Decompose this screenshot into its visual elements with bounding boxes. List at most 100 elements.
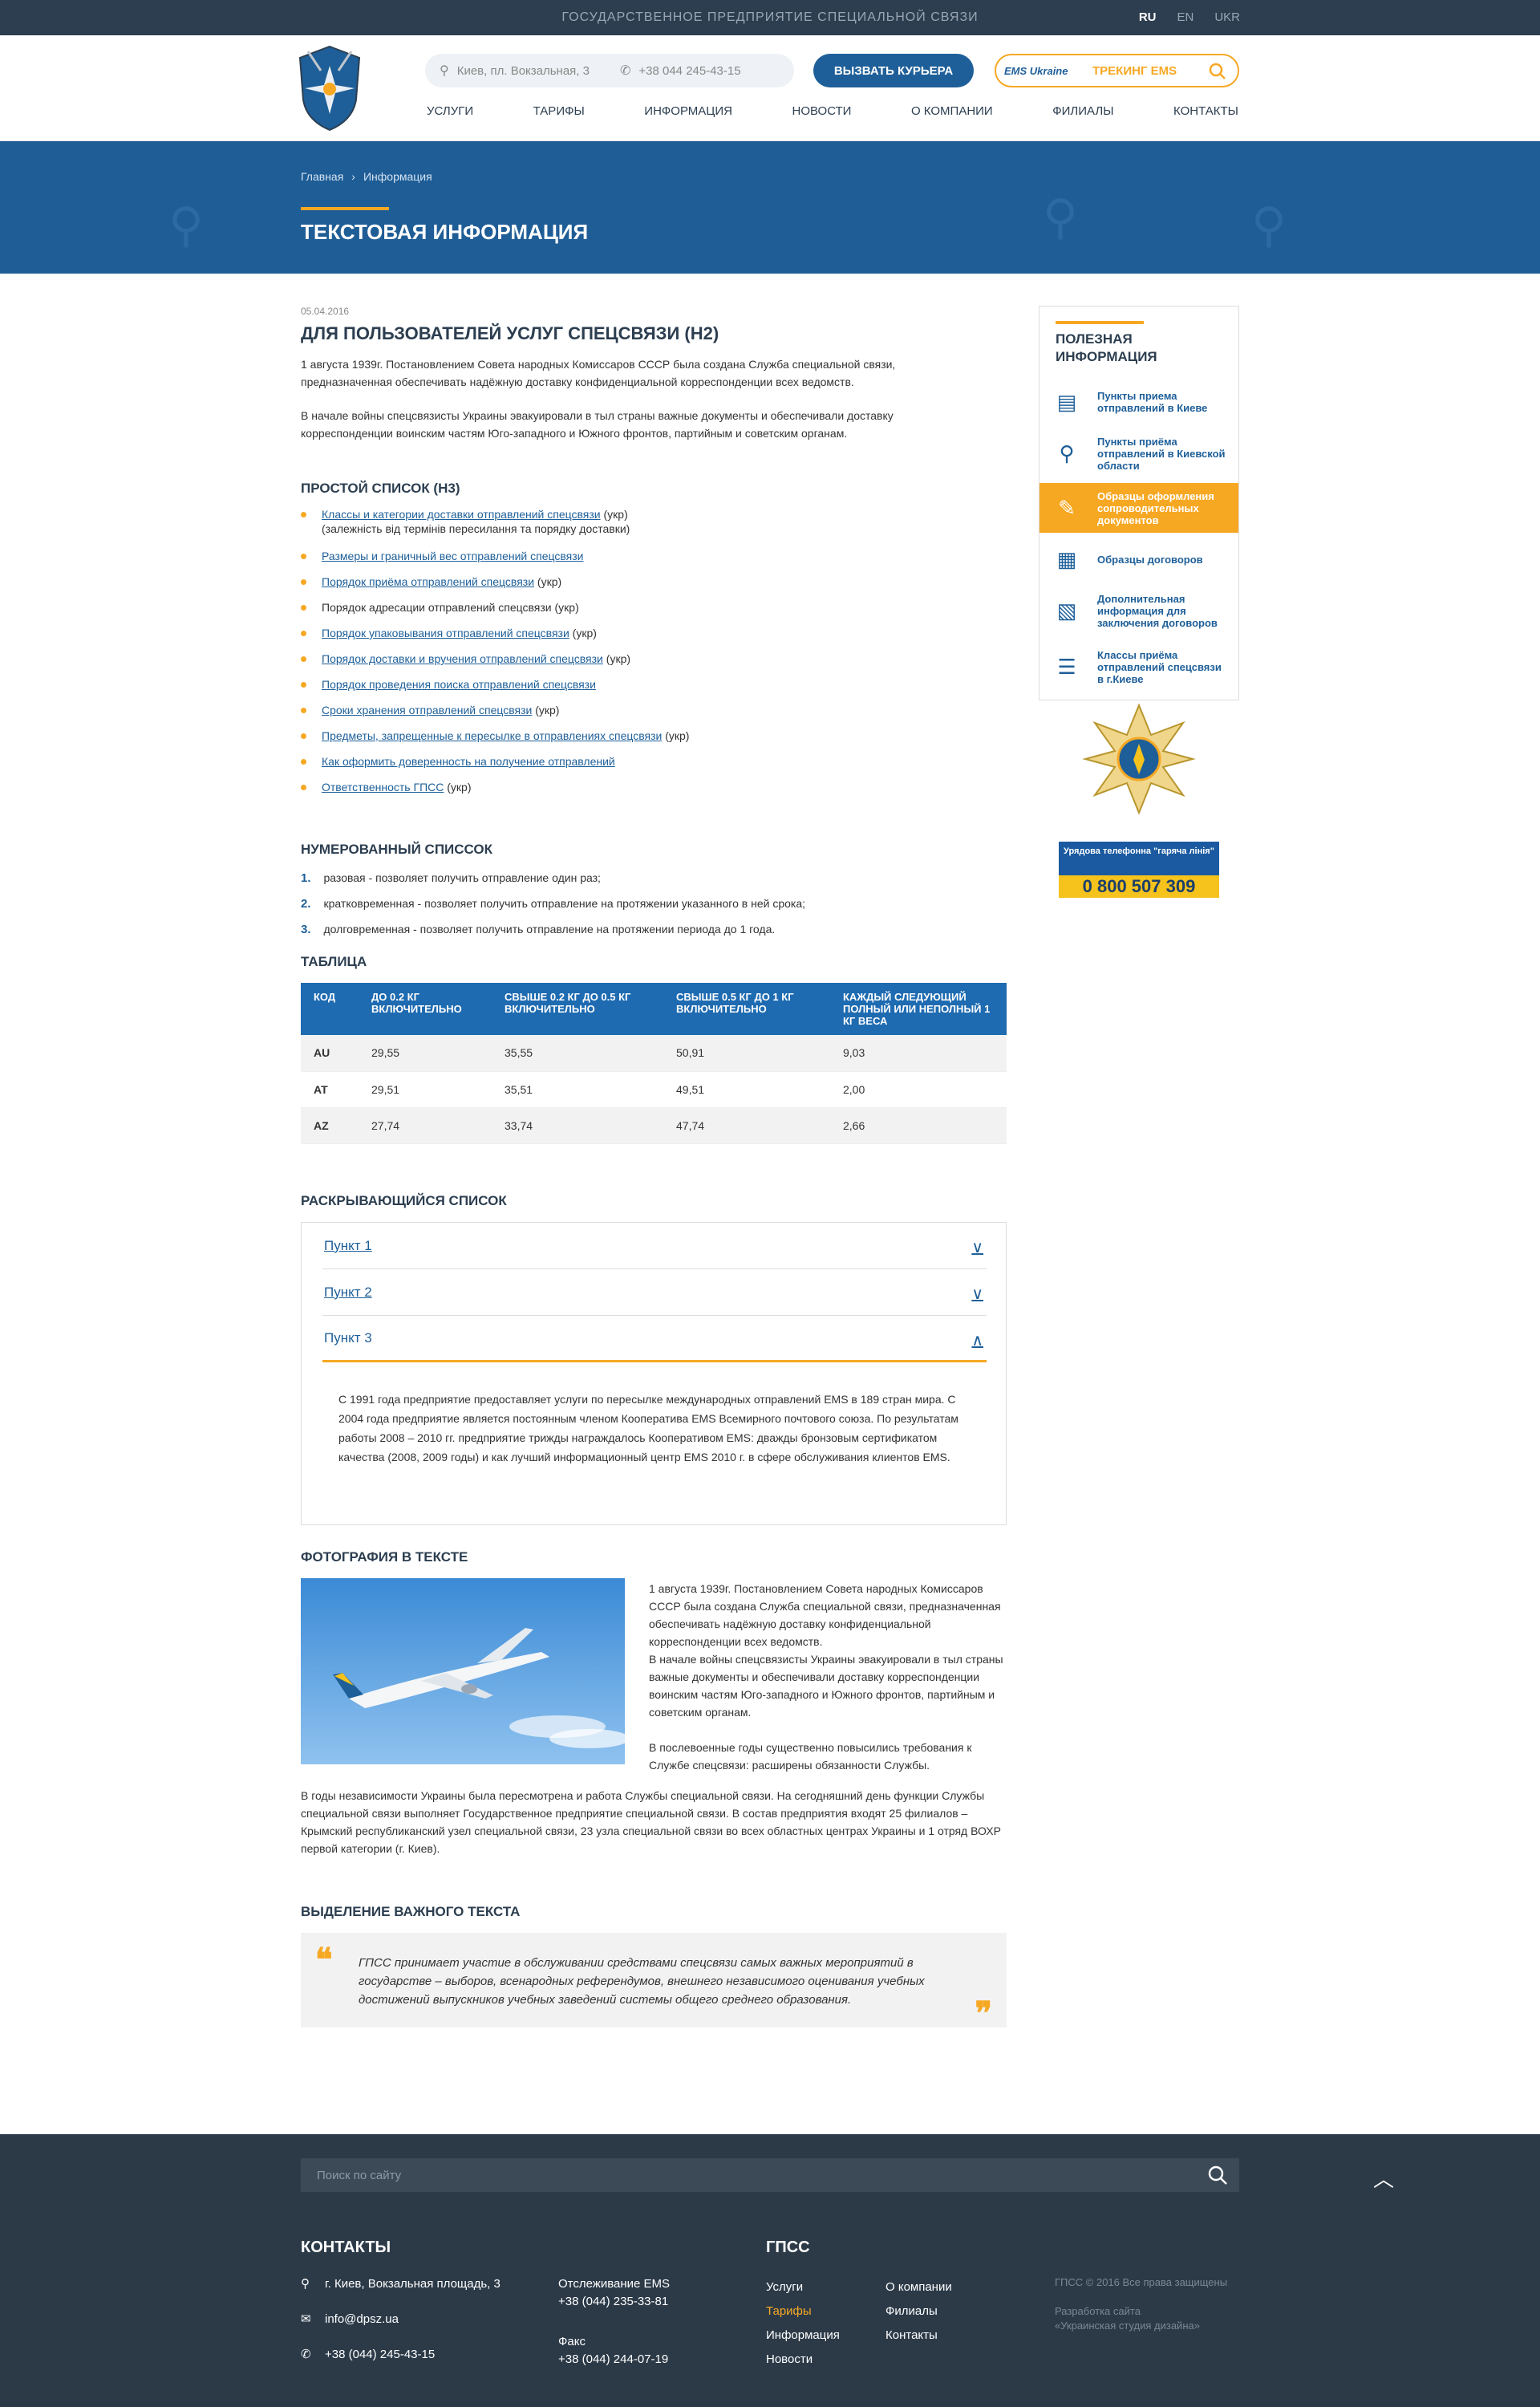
list-link[interactable]: Порядок упаковывания отправлений спецсвя…: [322, 627, 569, 639]
nav-contacts[interactable]: Контакты: [1173, 104, 1238, 118]
nav-news[interactable]: Новости: [792, 104, 852, 118]
breadcrumb-current: Информация: [363, 170, 432, 183]
accordion-item-3[interactable]: Пункт 3 ∧: [322, 1316, 987, 1362]
ems-tracking-button[interactable]: EMS Ukraine Трекинг EMS: [995, 54, 1239, 87]
hotline-number: 0 800 507 309: [1059, 875, 1219, 898]
mail-icon: ✉: [301, 2312, 311, 2326]
table-header-row: Код До 0.2 кг включительно Свыше 0.2 кг …: [301, 983, 1007, 1035]
search-icon[interactable]: [1207, 2165, 1228, 2186]
footer-email[interactable]: ✉ info@dpsz.ua: [301, 2311, 399, 2328]
article-title: Для пользователей услуг спецсвязи (H2): [301, 323, 719, 343]
footer-link-tariffs[interactable]: Тарифы: [766, 2299, 840, 2324]
accordion-item-1[interactable]: Пункт 1 ∨: [322, 1223, 987, 1269]
quote-close-icon: ❞: [975, 1995, 992, 2032]
sidebar-item-doc-samples[interactable]: ✎ Образцы оформления сопроводительных док…: [1040, 483, 1238, 533]
list-item: Порядок адресации отправлений спецсвязи …: [301, 599, 689, 625]
article-date: 05.04.2016: [301, 306, 350, 317]
table-row: AZ 27,74 33,74 47,74 2,66: [301, 1107, 1007, 1144]
list-link[interactable]: Сроки хранения отправлений спецсвязи: [322, 704, 532, 716]
call-courier-button[interactable]: Вызвать курьера: [813, 54, 974, 87]
nav-information[interactable]: Информация: [644, 104, 732, 118]
title-underline: [301, 207, 389, 210]
sidebar-item-region-points[interactable]: ⚲ Пункты приёма отправлений в Киевской об…: [1040, 428, 1238, 478]
map-pin-icon: ⚲: [168, 198, 204, 252]
sidebar-item-contract-info[interactable]: ▧ Дополнительная информация для заключени…: [1040, 586, 1238, 635]
accordion: Пункт 1 ∨ Пункт 2 ∨ Пункт 3 ∧ С 1991 года п…: [301, 1222, 1007, 1525]
main-content: 05.04.2016 Для пользователей услуг спецс…: [0, 274, 1540, 2263]
scroll-to-top-icon[interactable]: ︿: [1373, 2163, 1394, 2193]
search-icon[interactable]: [1209, 63, 1226, 80]
lang-ru[interactable]: RU: [1139, 0, 1157, 35]
lang-en[interactable]: EN: [1177, 0, 1194, 35]
document-icon: ▦: [1056, 546, 1077, 571]
useful-info-sidebar: Полезная информация ▤ Пункты приема отпра…: [1039, 306, 1239, 700]
header-phone[interactable]: +38 044 245-43-15: [638, 64, 740, 78]
photo-text-3: В послевоенные годы существенно повысили…: [649, 1741, 972, 1772]
nav-services[interactable]: Услуги: [427, 104, 473, 118]
list-item: Порядок упаковывания отправлений спецсвя…: [301, 625, 689, 651]
breadcrumb: Главная › Информация: [301, 170, 432, 183]
hotline-banner[interactable]: Урядова телефонна "гаряча лінія" 0 800 5…: [1059, 842, 1219, 898]
footer-link-information[interactable]: Информация: [766, 2324, 840, 2348]
map-pin-icon: ⚲: [440, 64, 449, 78]
footer-link-about[interactable]: О компании: [886, 2275, 952, 2299]
tariff-table: Код До 0.2 кг включительно Свыше 0.2 кг …: [301, 983, 1007, 1144]
list-icon: ☰: [1057, 654, 1076, 679]
table-row: AU 29,55 35,55 50,91 9,03: [301, 1035, 1007, 1072]
footer-phone[interactable]: ✆ +38 (044) 245-43-15: [301, 2346, 435, 2364]
photo-text-2: В начале войны спецсвязисты Украины эвак…: [649, 1653, 1003, 1719]
sidebar-item-classes[interactable]: ☰ Классы приёма отправлений спецсвязи в г…: [1040, 642, 1238, 692]
table-header: Свыше 0.5 кг до 1 кг включительно: [663, 983, 830, 1035]
list-item: Сроки хранения отправлений спецсвязи (ук…: [301, 702, 689, 728]
section-title-accordion: Раскрывающийся список: [301, 1193, 507, 1208]
table-header: До 0.2 кг включительно: [359, 983, 492, 1035]
nav-about[interactable]: О компании: [911, 104, 993, 118]
list-link[interactable]: Размеры и граничный вес отправлений спец…: [322, 550, 583, 562]
header: ⚲ Киев, пл. Вокзальная, 3 ✆ +38 044 245-…: [0, 35, 1540, 141]
list-link[interactable]: Порядок приёма отправлений спецсвязи: [322, 575, 534, 588]
developer-link[interactable]: «Украинская студия дизайна»: [1055, 2319, 1227, 2333]
accordion-body: С 1991 года предприятие предоставляет ус…: [338, 1393, 958, 1463]
sidebar-item-kyiv-points[interactable]: ▤ Пункты приема отправлений в Киеве: [1040, 377, 1238, 427]
list-link[interactable]: Порядок проведения поиска отправлений сп…: [322, 678, 596, 691]
footer-gpss-title: ГПСС: [766, 2239, 810, 2256]
bullet-list: Классы и категории доставки отправлений …: [301, 506, 689, 805]
list-note: (залежність від термінів пересилання та …: [322, 522, 630, 535]
nav-tariffs[interactable]: Тарифы: [533, 104, 585, 118]
ems-tracking-label: Трекинг EMS: [1092, 63, 1177, 78]
lang-ukr[interactable]: UKR: [1214, 0, 1240, 35]
footer-ems-block: Отслеживание EMS +38 (044) 235-33-81: [558, 2277, 671, 2308]
footer-address: ⚲ г. Киев, Вокзальная площадь, 3: [301, 2275, 500, 2293]
section-title-table: Таблица: [301, 954, 367, 969]
list-link[interactable]: Классы и категории доставки отправлений …: [322, 508, 601, 521]
table-header: Свыше 0.2 кг до 0.5 кг включительно: [492, 983, 663, 1035]
footer-link-news[interactable]: Новости: [766, 2348, 840, 2372]
page-title: Текстовая информация: [301, 220, 589, 244]
list-link[interactable]: Порядок доставки и вручения отправлений …: [322, 652, 603, 665]
chevron-down-icon: ∨: [971, 1239, 983, 1256]
ems-logo: EMS Ukraine: [1004, 64, 1068, 77]
map-pin-icon: ⚲: [301, 2277, 310, 2291]
footer-links-col2: О компании Филиалы Контакты: [886, 2275, 952, 2348]
list-link[interactable]: Как оформить доверенность на получение о…: [322, 755, 615, 768]
logo[interactable]: [297, 43, 363, 133]
article-paragraph-2: В начале войны спецсвязисты Украины эвак…: [301, 409, 894, 440]
header-address: Киев, пл. Вокзальная, 3: [456, 63, 590, 78]
accordion-item-2[interactable]: Пункт 2 ∨: [322, 1269, 987, 1316]
list-link[interactable]: Ответственность ГПСС: [322, 781, 444, 794]
footer-link-contacts[interactable]: Контакты: [886, 2324, 952, 2348]
footer-link-branches[interactable]: Филиалы: [886, 2299, 952, 2324]
list-item: Размеры и граничный вес отправлений спец…: [301, 548, 689, 574]
nav-branches[interactable]: Филиалы: [1052, 104, 1113, 118]
chevron-right-icon: ›: [351, 170, 355, 183]
language-switcher: RU EN UKR: [1139, 0, 1240, 35]
footer-link-services[interactable]: Услуги: [766, 2275, 840, 2299]
chevron-up-icon: ∧: [971, 1332, 983, 1350]
photo-text-1: 1 августа 1939г. Постановлением Совета н…: [649, 1582, 1001, 1648]
sidebar-item-contract-samples[interactable]: ▦ Образцы договоров: [1040, 534, 1238, 584]
breadcrumb-home[interactable]: Главная: [301, 170, 343, 183]
footer-search-input[interactable]: Поиск по сайту: [301, 2158, 1239, 2192]
list-link[interactable]: Предметы, запрещенные к пересылке в отпр…: [322, 729, 662, 742]
phone-icon: ✆: [301, 2348, 311, 2361]
list-item: 2. кратковременная - позволяет получить о…: [301, 897, 806, 911]
